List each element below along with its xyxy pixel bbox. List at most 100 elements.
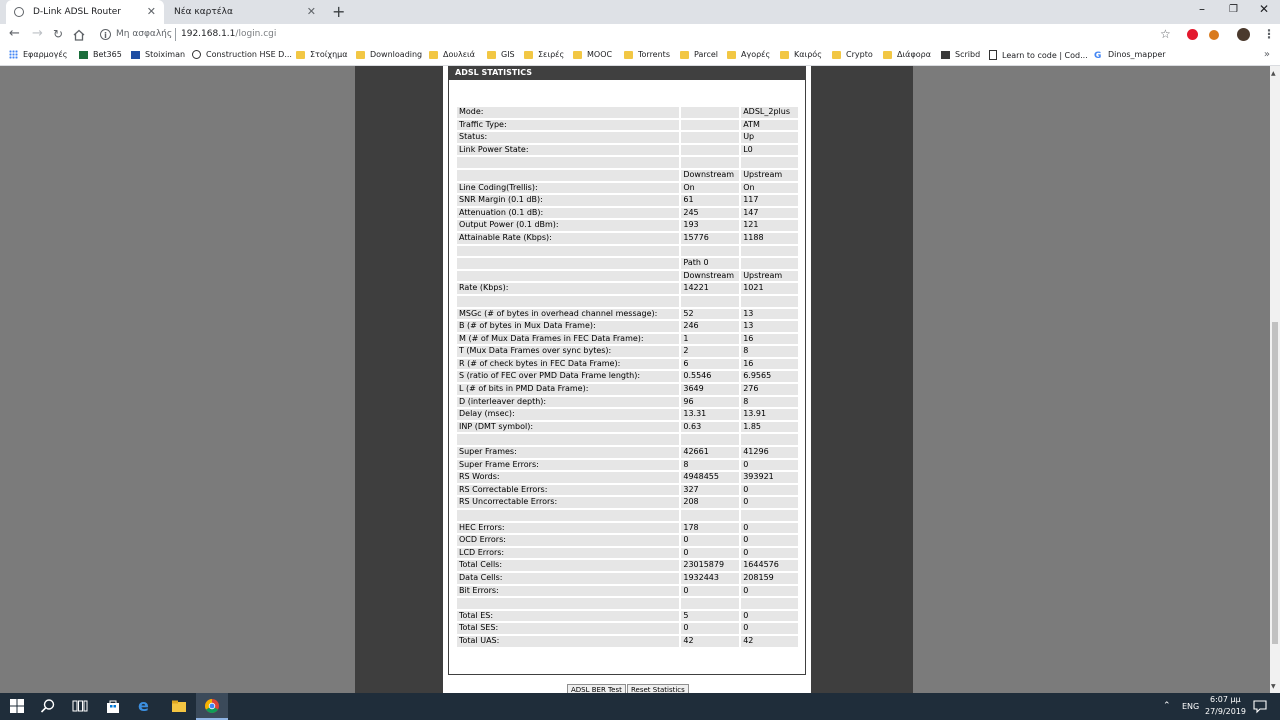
scroll-down-icon[interactable]: ▼ <box>1271 683 1276 690</box>
address-bar[interactable]: 192.168.1.1/login.cgi <box>181 29 276 39</box>
minimize-icon[interactable]: – <box>1199 2 1205 16</box>
tab-dlink[interactable]: D-Link ADSL Router ✕ <box>6 0 164 24</box>
opera-icon[interactable] <box>1187 29 1198 40</box>
forward-icon[interactable]: → <box>32 26 43 41</box>
tray-chevron-icon[interactable]: ⌃ <box>1163 701 1171 711</box>
chevron-right-icon[interactable]: » <box>1264 49 1270 60</box>
menu-icon[interactable]: ⋮ <box>1263 27 1275 41</box>
home-icon[interactable] <box>73 29 85 41</box>
stat-label <box>457 245 680 257</box>
stats-row: Output Power (0.1 dBm): 193 121 <box>457 220 798 231</box>
stat-downstream: 193 <box>681 220 740 231</box>
folder-icon <box>883 50 892 59</box>
bookmark-folder[interactable]: Crypto <box>832 50 873 59</box>
bookmark-folder[interactable]: MOOC <box>573 50 612 59</box>
browser-toolbar: ← → ↻ i Μη ασφαλής 192.168.1.1/login.cgi… <box>0 24 1280 46</box>
stat-upstream: 121 <box>741 220 798 231</box>
chrome-icon[interactable] <box>204 698 220 714</box>
ber-test-button[interactable]: ADSL BER Test <box>567 684 626 693</box>
stat-upstream: Upstream <box>741 270 798 282</box>
stat-label: Super Frame Errors: <box>457 459 680 471</box>
bookmark-scribd[interactable]: Scribd <box>941 50 980 59</box>
stat-label: OCD Errors: <box>457 535 680 546</box>
stat-upstream: 0 <box>741 459 798 471</box>
file-explorer-icon[interactable] <box>171 698 187 714</box>
stat-upstream: 13.91 <box>741 409 798 420</box>
bookmark-folder[interactable]: Δουλειά <box>429 50 475 59</box>
tab-new[interactable]: Νέα καρτέλα ✕ <box>166 0 324 24</box>
store-icon[interactable] <box>105 698 121 714</box>
task-view-icon[interactable] <box>72 698 88 714</box>
reset-statistics-button[interactable]: Reset Statistics <box>627 684 689 693</box>
stat-downstream: 14221 <box>681 283 740 294</box>
folder-icon <box>356 50 365 59</box>
avatar[interactable] <box>1237 28 1250 41</box>
bookmark-folder[interactable]: Στοίχημα <box>296 50 348 59</box>
bookmark-star-icon[interactable]: ☆ <box>1160 27 1171 41</box>
stat-downstream <box>681 245 740 257</box>
stats-row: S (ratio of FEC over PMD Data Frame leng… <box>457 371 798 383</box>
scrollbar[interactable]: ▲ ▼ <box>1270 66 1280 693</box>
stat-upstream: ADSL_2plus <box>741 107 798 118</box>
stat-upstream: 0 <box>741 497 798 508</box>
stat-upstream <box>741 295 798 307</box>
page-viewport: ADSL STATISTICS Mode: ADSL_2plus Traffic T… <box>0 66 1270 693</box>
bookmark-folder[interactable]: GIS <box>487 50 515 59</box>
folder-icon <box>524 50 533 59</box>
bookmark-label: GIS <box>501 50 515 59</box>
bookmark-dinos[interactable]: G Dinos_mapper <box>1094 50 1166 61</box>
stat-label <box>457 169 680 181</box>
bookmarks-bar: Εφαρμογές Bet365 Stoiximan Construction … <box>0 46 1280 66</box>
bookmark-construction[interactable]: Construction HSE D... <box>192 50 292 59</box>
bookmark-codecademy[interactable]: Learn to code | Cod... <box>989 50 1088 60</box>
stat-downstream: 5 <box>681 610 740 622</box>
stat-downstream <box>681 107 740 118</box>
stat-upstream: Upstream <box>741 169 798 181</box>
close-icon[interactable]: ✕ <box>307 5 316 18</box>
scroll-thumb[interactable] <box>1272 322 1278 644</box>
stat-downstream <box>681 132 740 143</box>
clock-time[interactable]: 6:07 μμ <box>1210 695 1241 704</box>
stat-label: Traffic Type: <box>457 119 680 131</box>
restore-icon[interactable]: ❐ <box>1229 4 1238 15</box>
stats-row: Path 0 <box>457 258 798 269</box>
bookmark-apps[interactable]: Εφαρμογές <box>9 50 67 59</box>
close-icon[interactable]: ✕ <box>147 5 156 18</box>
stat-label: Attainable Rate (Kbps): <box>457 232 680 244</box>
bookmark-folder[interactable]: Διάφορα <box>883 50 931 59</box>
info-icon[interactable]: i <box>100 29 111 40</box>
stat-downstream: 0 <box>681 585 740 597</box>
windows-start-icon[interactable] <box>9 698 25 714</box>
security-label[interactable]: Μη ασφαλής <box>116 29 172 39</box>
search-icon[interactable] <box>40 698 56 714</box>
bookmark-label: Bet365 <box>93 50 122 59</box>
scroll-up-icon[interactable]: ▲ <box>1271 70 1276 77</box>
notifications-icon[interactable] <box>1252 698 1268 714</box>
back-icon[interactable]: ← <box>9 26 20 41</box>
clock-date[interactable]: 27/9/2019 <box>1205 707 1246 716</box>
bookmark-label: Crypto <box>846 50 873 59</box>
bookmark-folder[interactable]: Καιρός <box>780 50 822 59</box>
window-close-icon[interactable]: ✕ <box>1259 2 1269 16</box>
stat-label: T (Mux Data Frames over sync bytes): <box>457 346 680 357</box>
stat-label: Total UAS: <box>457 635 680 647</box>
bookmark-bet365[interactable]: Bet365 <box>79 50 122 59</box>
extension-icon[interactable] <box>1209 30 1219 40</box>
stat-upstream: L0 <box>741 144 798 156</box>
stat-downstream: 42 <box>681 635 740 647</box>
bookmark-folder[interactable]: Downloading <box>356 50 422 59</box>
reload-icon[interactable]: ↻ <box>53 27 63 41</box>
bookmark-folder[interactable]: Σειρές <box>524 50 564 59</box>
edge-icon[interactable]: e <box>138 696 154 715</box>
stat-upstream: 0 <box>741 610 798 622</box>
bookmark-stoiximan[interactable]: Stoiximan <box>131 50 185 59</box>
stat-upstream: 276 <box>741 384 798 395</box>
globe-icon <box>14 7 24 17</box>
stats-row: Mode: ADSL_2plus <box>457 107 798 118</box>
bookmark-folder[interactable]: Αγορές <box>727 50 770 59</box>
bookmark-folder[interactable]: Parcel <box>680 50 718 59</box>
bookmark-folder[interactable]: Torrents <box>624 50 670 59</box>
language-indicator[interactable]: ENG <box>1182 702 1199 711</box>
new-tab-icon[interactable]: + <box>332 2 345 21</box>
stat-downstream: 52 <box>681 308 740 320</box>
